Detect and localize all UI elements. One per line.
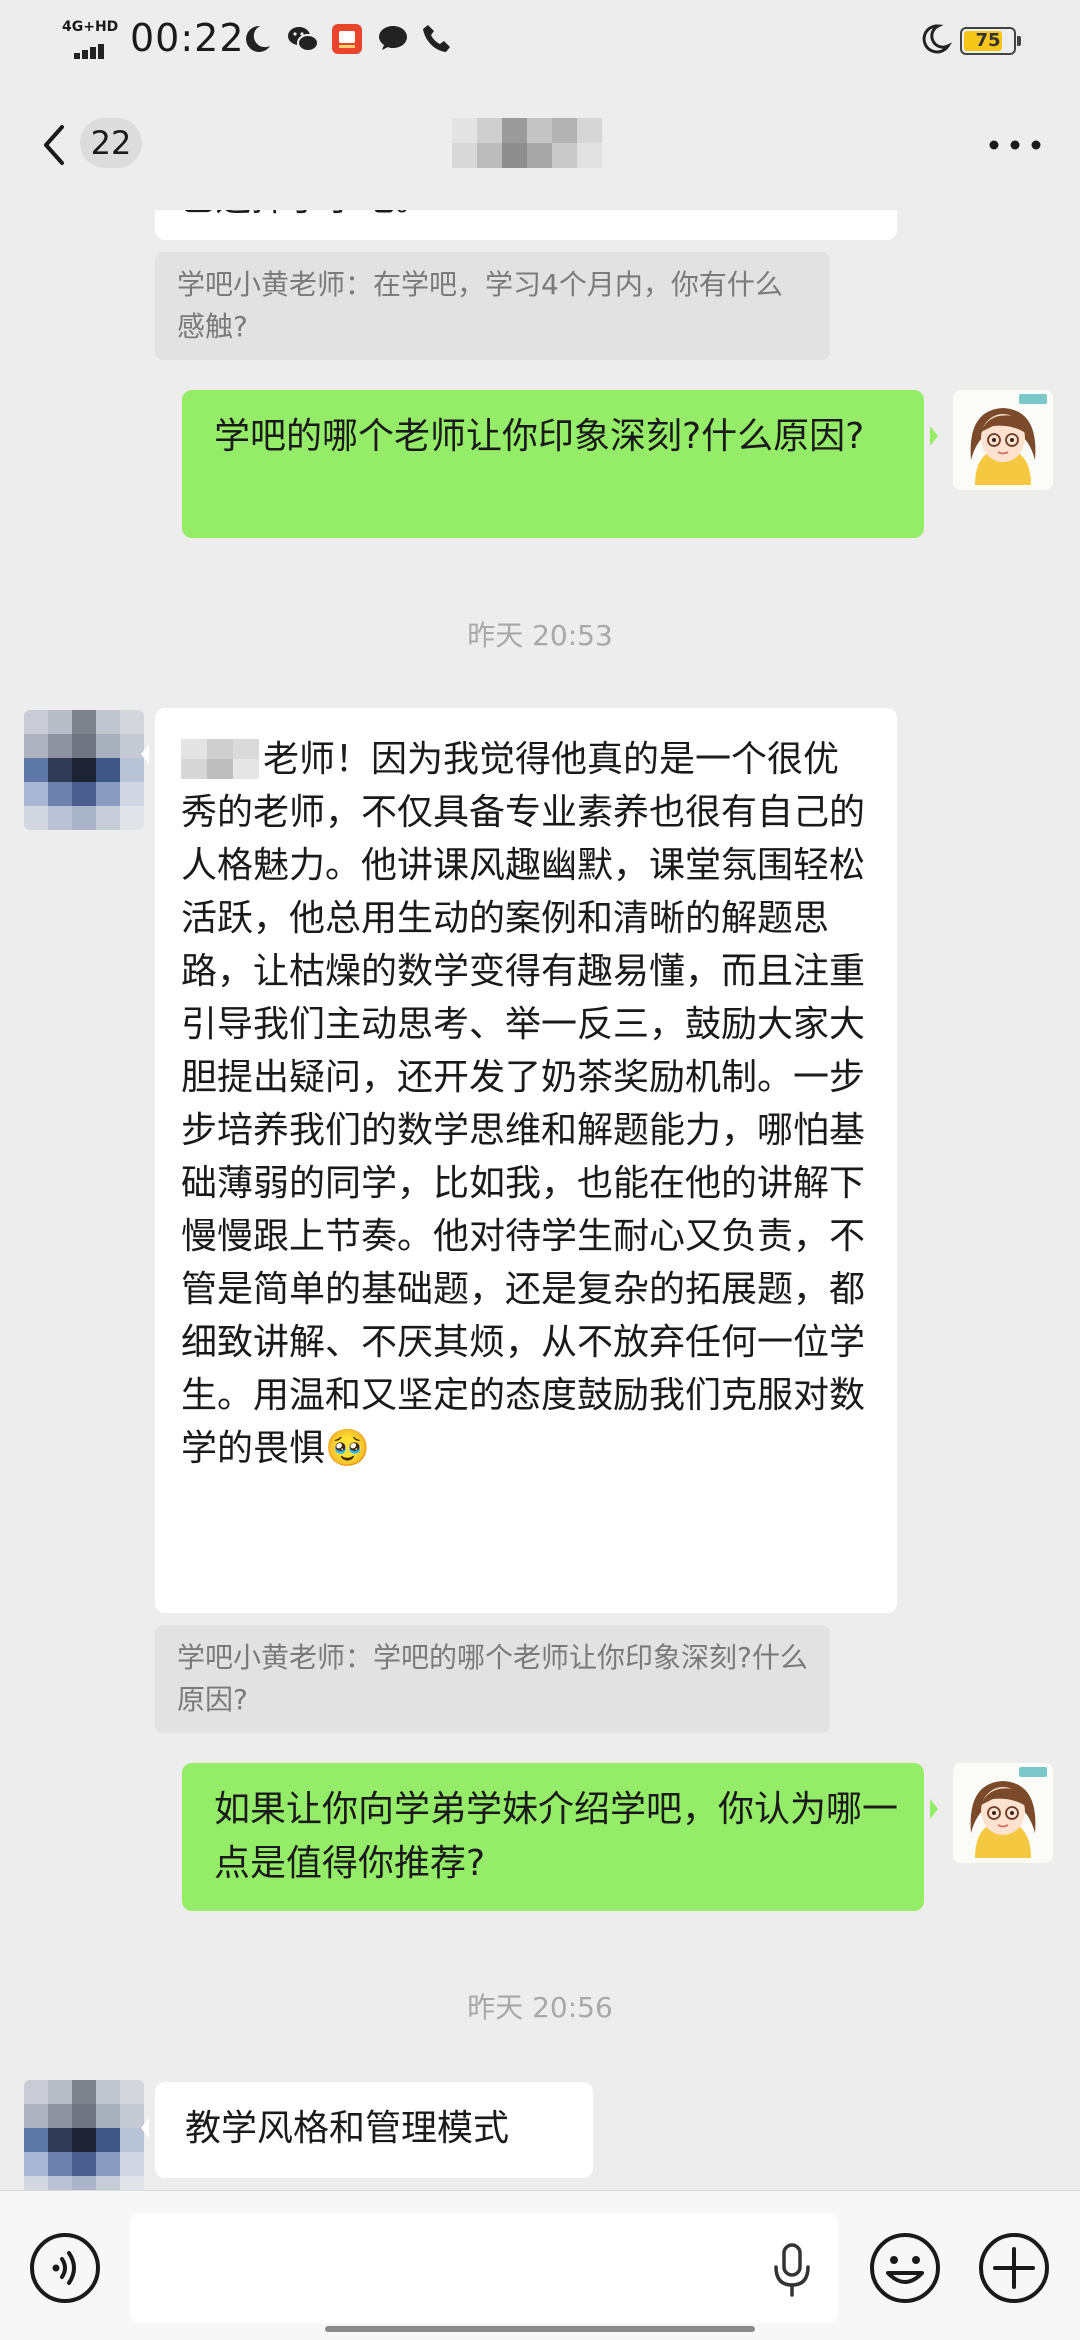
plus-icon[interactable] xyxy=(977,2231,1051,2305)
quoted-message[interactable]: 学吧小黄老师：学吧的哪个老师让你印象深刻?什么原因? xyxy=(155,1625,830,1733)
quoted-message[interactable]: 学吧小黄老师：在学吧，学习4个月内，你有什么感触? xyxy=(155,252,830,360)
message-text: 教学风格和管理模式 xyxy=(185,2108,510,2149)
more-dots-icon[interactable] xyxy=(980,120,1050,170)
voice-input-icon[interactable] xyxy=(28,2231,102,2305)
message-bubble-sent[interactable]: 学吧的哪个老师让你印象深刻?什么原因? xyxy=(182,390,938,538)
message-bubble-received[interactable]: 教学风格和管理模式 xyxy=(141,2082,593,2178)
timestamp: 昨天 20:53 xyxy=(467,619,613,652)
teacher-avatar[interactable] xyxy=(953,1763,1053,1863)
microphone-icon[interactable] xyxy=(770,2241,814,2299)
chat-message-list[interactable]: 已选择了学吧。 学吧小黄老师：在学吧，学习4个月内，你有什么感触? 学吧的哪个老… xyxy=(0,0,1080,2190)
message-bubble-sent[interactable]: 如果让你向学弟学妹介绍学吧，你认为哪一点是值得你推荐? xyxy=(182,1763,938,1911)
redacted-name xyxy=(181,739,259,779)
home-indicator[interactable] xyxy=(325,2326,755,2332)
unread-count-badge[interactable]: 22 xyxy=(80,118,142,168)
message-text: 学吧的哪个老师让你印象深刻?什么原因? xyxy=(214,416,865,457)
teacher-cartoon-icon xyxy=(953,1763,1053,1863)
chevron-left-icon[interactable] xyxy=(28,115,88,175)
message-text: 如果让你向学弟学妹介绍学吧，你认为哪一点是值得你推荐? xyxy=(214,1789,899,1884)
contact-avatar[interactable] xyxy=(24,2080,144,2190)
teacher-avatar[interactable] xyxy=(953,390,1053,490)
chat-title-redacted xyxy=(452,118,602,168)
quoted-text: 学吧小黄老师：在学吧，学习4个月内，你有什么感触? xyxy=(177,268,783,343)
message-bubble-received[interactable]: 老师！因为我觉得他真的是一个很优秀的老师，不仅具备专业素养也很有自己的人格魅力。… xyxy=(141,708,897,1613)
message-text: 老师！因为我觉得他真的是一个很优秀的老师，不仅具备专业素养也很有自己的人格魅力。… xyxy=(181,739,866,1469)
chat-header: 22 xyxy=(0,80,1080,210)
message-input[interactable] xyxy=(130,2213,838,2323)
teacher-cartoon-icon xyxy=(953,390,1053,490)
emoji-icon[interactable] xyxy=(868,2231,942,2305)
contact-avatar[interactable] xyxy=(24,710,144,830)
timestamp: 昨天 20:56 xyxy=(467,1991,613,2024)
quoted-text: 学吧小黄老师：学吧的哪个老师让你印象深刻?什么原因? xyxy=(177,1641,808,1716)
input-bar xyxy=(0,2190,1080,2340)
